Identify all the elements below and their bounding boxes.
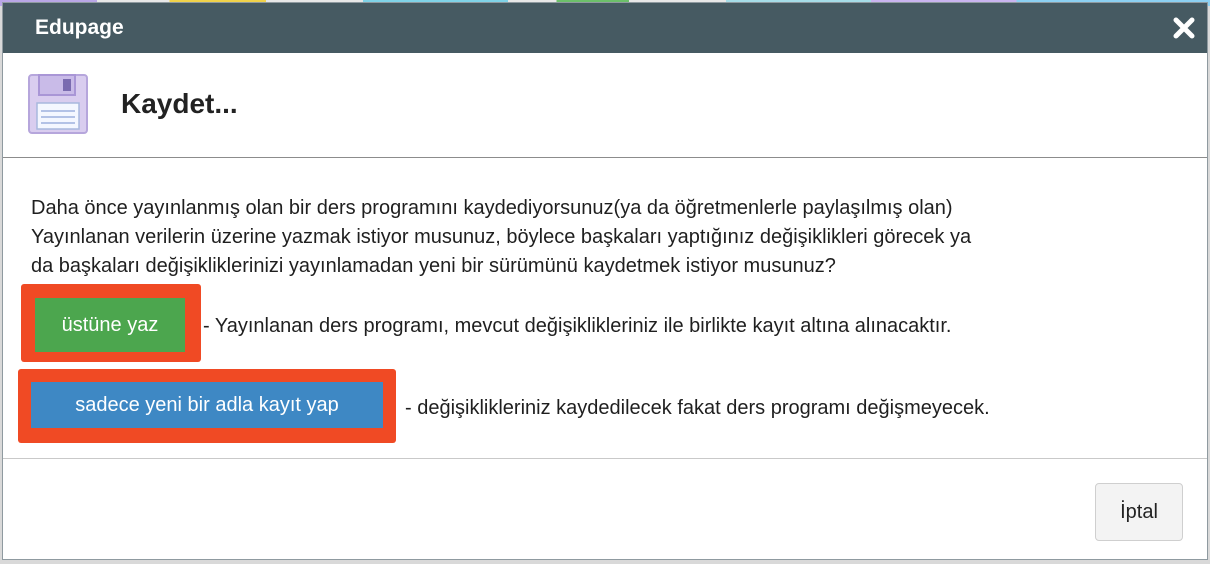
save-new-highlight: sadece yeni bir adla kayıt yap — [18, 369, 396, 443]
overwrite-description: - Yayınlanan ders programı, mevcut değiş… — [203, 315, 952, 337]
save-dialog: Edupage Kaydet... Daha önce yayınlanmış … — [2, 2, 1208, 560]
overwrite-highlight: üstüne yaz — [21, 284, 201, 362]
dialog-footer: İptal — [3, 459, 1207, 559]
dialog-heading: Kaydet... — [121, 88, 238, 119]
dialog-titlebar: Edupage — [3, 3, 1207, 53]
save-as-new-button[interactable]: sadece yeni bir adla kayıt yap — [31, 382, 383, 428]
save-as-new-description: - değişiklikleriniz kaydedilecek fakat d… — [405, 397, 990, 419]
dialog-header: Kaydet... — [3, 53, 1207, 158]
floppy-disk-icon — [28, 74, 88, 134]
dialog-body: Daha önce yayınlanmış olan bir ders prog… — [3, 158, 1207, 459]
message-line: da başkaları değişikliklerinizi yayınlam… — [31, 255, 836, 277]
cancel-button[interactable]: İptal — [1095, 483, 1183, 541]
close-icon[interactable] — [1171, 15, 1197, 41]
message-line: Yayınlanan verilerin üzerine yazmak isti… — [31, 226, 972, 248]
dialog-message: Daha önce yayınlanmış olan bir ders prog… — [31, 194, 1181, 281]
overwrite-button[interactable]: üstüne yaz — [35, 298, 185, 352]
dialog-title: Edupage — [35, 16, 124, 39]
message-line: Daha önce yayınlanmış olan bir ders prog… — [31, 197, 953, 219]
